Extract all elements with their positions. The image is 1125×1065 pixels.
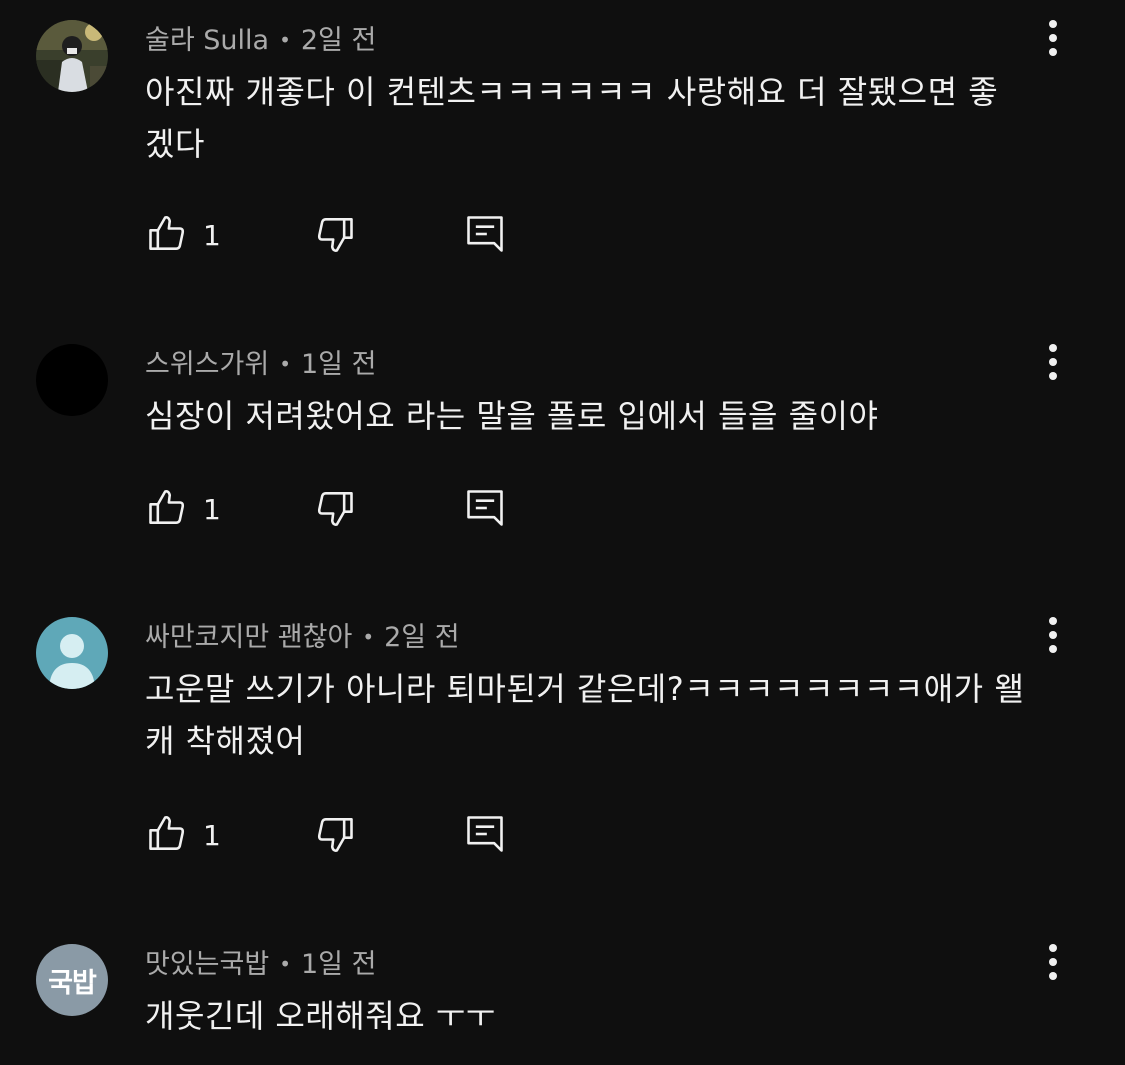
comment-time[interactable]: 2일 전 bbox=[384, 622, 459, 653]
comment-time[interactable]: 2일 전 bbox=[301, 25, 376, 56]
avatar[interactable]: 국밥 bbox=[36, 944, 108, 1016]
thumbs-down-icon bbox=[313, 486, 357, 534]
comment-text: 심장이 저려왔어요 라는 말을 폴로 입에서 들을 줄이야 bbox=[145, 397, 879, 435]
avatar[interactable] bbox=[36, 20, 108, 92]
separator-dot: • bbox=[279, 28, 291, 52]
comment: 국밥 맛있는국밥 • 1일 전 개웃긴데 오래해줘요 ㅜㅜ bbox=[0, 924, 1125, 1065]
comment: 싸만코지만 괜찮아 • 2일 전 고운말 쓰기가 아니라 퇴마된거 같은데?ㅋㅋㅋㅋ… bbox=[0, 597, 1125, 917]
like-button[interactable] bbox=[145, 486, 189, 534]
comment-text: 아진짜 개좋다 이 컨텐츠ㅋㅋㅋㅋㅋㅋ 사랑해요 더 잘됐으면 좋겠다 bbox=[145, 73, 999, 163]
like-button[interactable] bbox=[145, 812, 189, 860]
comment-meta: 싸만코지만 괜찮아 • 2일 전 bbox=[145, 617, 460, 657]
separator-dot: • bbox=[279, 952, 291, 976]
thumbs-up-icon bbox=[145, 486, 189, 534]
thumbs-down-icon bbox=[313, 812, 357, 860]
comment-meta: 술라 Sulla • 2일 전 bbox=[145, 20, 376, 60]
comment: 술라 Sulla • 2일 전 아진짜 개좋다 이 컨텐츠ㅋㅋㅋㅋㅋㅋ 사랑해요 더… bbox=[0, 0, 1125, 300]
thumbs-up-icon bbox=[145, 812, 189, 860]
reply-button[interactable] bbox=[463, 212, 507, 260]
comment-time[interactable]: 1일 전 bbox=[301, 949, 376, 980]
reply-button[interactable] bbox=[463, 812, 507, 860]
separator-dot: • bbox=[362, 625, 375, 649]
comment-author[interactable]: 싸만코지만 괜찮아 bbox=[145, 622, 352, 653]
more-vertical-icon[interactable] bbox=[1036, 16, 1070, 60]
comment-author[interactable]: 스위스가위 bbox=[145, 349, 269, 380]
comment: 스위스가위 • 1일 전 심장이 저려왔어요 라는 말을 폴로 입에서 들을 줄이야… bbox=[0, 324, 1125, 584]
dislike-button[interactable] bbox=[313, 486, 357, 534]
more-vertical-icon[interactable] bbox=[1036, 940, 1070, 984]
avatar[interactable] bbox=[36, 617, 108, 689]
comment-meta: 스위스가위 • 1일 전 bbox=[145, 344, 376, 384]
like-count: 1 bbox=[203, 219, 221, 252]
avatar[interactable] bbox=[36, 344, 108, 416]
dislike-button[interactable] bbox=[313, 812, 357, 860]
reply-icon bbox=[463, 812, 507, 860]
thumbs-up-icon bbox=[145, 212, 189, 260]
comment-text: 개웃긴데 오래해줘요 ㅜㅜ bbox=[145, 997, 496, 1035]
more-vertical-icon[interactable] bbox=[1036, 613, 1070, 657]
comment-author[interactable]: 술라 Sulla bbox=[145, 25, 269, 56]
avatar-photo bbox=[36, 20, 108, 92]
like-button[interactable] bbox=[145, 212, 189, 260]
person-icon bbox=[49, 634, 95, 689]
separator-dot: • bbox=[279, 352, 291, 376]
comment-meta: 맛있는국밥 • 1일 전 bbox=[145, 944, 376, 984]
comment-text: 고운말 쓰기가 아니라 퇴마된거 같은데?ㅋㅋㅋㅋㅋㅋㅋㅋ애가 왤캐 착해졌어 bbox=[145, 670, 1025, 760]
dislike-button[interactable] bbox=[313, 212, 357, 260]
reply-icon bbox=[463, 486, 507, 534]
more-vertical-icon[interactable] bbox=[1036, 340, 1070, 384]
thumbs-down-icon bbox=[313, 212, 357, 260]
avatar-initials: 국밥 bbox=[48, 967, 97, 999]
like-count: 1 bbox=[203, 493, 221, 526]
comment-author[interactable]: 맛있는국밥 bbox=[145, 949, 269, 980]
comment-time[interactable]: 1일 전 bbox=[301, 349, 376, 380]
reply-button[interactable] bbox=[463, 486, 507, 534]
like-count: 1 bbox=[203, 819, 221, 852]
reply-icon bbox=[463, 212, 507, 260]
